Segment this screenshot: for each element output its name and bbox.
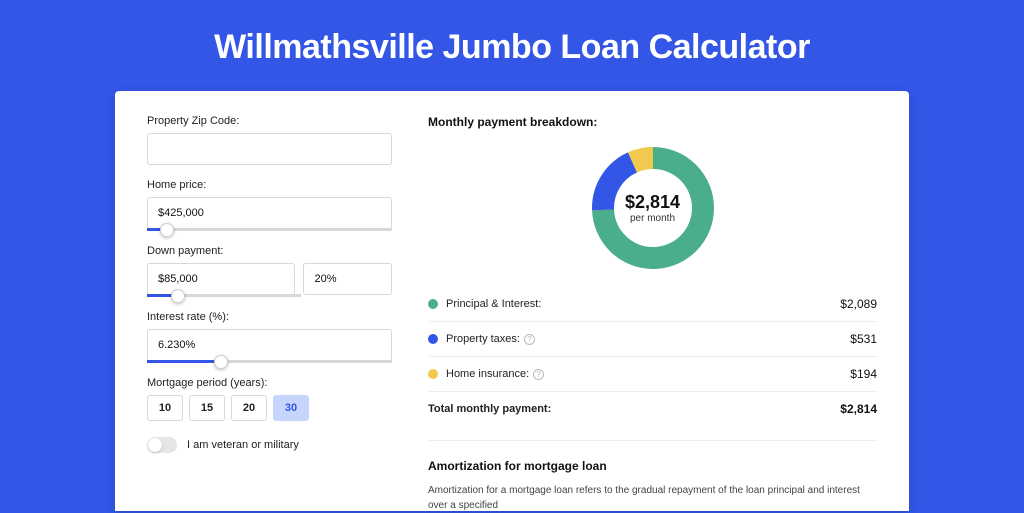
- donut-center: $2,814 per month: [588, 143, 718, 273]
- page-title: Willmathsville Jumbo Loan Calculator: [0, 0, 1024, 91]
- breakdown-title: Monthly payment breakdown:: [428, 115, 877, 139]
- total-label: Total monthly payment:: [428, 402, 840, 416]
- donut-amount: $2,814: [625, 192, 680, 213]
- legend-dot: [428, 334, 438, 344]
- interest-rate-slider-fill: [147, 360, 221, 363]
- interest-rate-slider[interactable]: [147, 360, 392, 363]
- donut-sub: per month: [630, 213, 675, 224]
- period-btn-10[interactable]: 10: [147, 395, 183, 421]
- down-payment-percent-input[interactable]: [303, 263, 392, 295]
- down-payment-label: Down payment:: [147, 245, 392, 257]
- donut-chart-wrap: $2,814 per month: [428, 139, 877, 287]
- legend-dot: [428, 369, 438, 379]
- inputs-column: Property Zip Code: Home price: Down paym…: [147, 115, 392, 511]
- donut-chart: $2,814 per month: [588, 143, 718, 273]
- down-payment-group: Down payment:: [147, 245, 392, 297]
- home-price-slider[interactable]: [147, 228, 392, 231]
- amortization-body: Amortization for a mortgage loan refers …: [428, 483, 877, 513]
- amortization-title: Amortization for mortgage loan: [428, 459, 877, 473]
- down-payment-amount-input[interactable]: [147, 263, 295, 295]
- legend-row-principal: Principal & Interest: $2,089: [428, 287, 877, 321]
- period-options: 10152030: [147, 395, 392, 421]
- veteran-row: I am veteran or military: [147, 437, 392, 453]
- legend-row-taxes: Property taxes:? $531: [428, 321, 877, 356]
- period-label: Mortgage period (years):: [147, 377, 392, 389]
- amortization-section: Amortization for mortgage loan Amortizat…: [428, 440, 877, 513]
- home-price-group: Home price:: [147, 179, 392, 231]
- period-btn-30[interactable]: 30: [273, 395, 309, 421]
- legend-label: Principal & Interest:: [446, 298, 832, 310]
- legend-label: Property taxes:?: [446, 333, 842, 345]
- total-value: $2,814: [840, 402, 877, 416]
- veteran-label: I am veteran or military: [187, 439, 299, 451]
- info-icon[interactable]: ?: [524, 334, 535, 345]
- slider-handle[interactable]: [171, 289, 185, 303]
- period-group: Mortgage period (years): 10152030: [147, 377, 392, 421]
- interest-rate-label: Interest rate (%):: [147, 311, 392, 323]
- slider-handle[interactable]: [214, 355, 228, 369]
- period-btn-15[interactable]: 15: [189, 395, 225, 421]
- slider-handle[interactable]: [160, 223, 174, 237]
- home-price-label: Home price:: [147, 179, 392, 191]
- interest-rate-group: Interest rate (%):: [147, 311, 392, 363]
- home-price-input[interactable]: [147, 197, 392, 229]
- legend-value: $2,089: [840, 297, 877, 311]
- legend-value: $531: [850, 332, 877, 346]
- legend: Principal & Interest: $2,089 Property taxe…: [428, 287, 877, 391]
- legend-row-insurance: Home insurance:? $194: [428, 356, 877, 391]
- zip-input[interactable]: [147, 133, 392, 165]
- legend-label: Home insurance:?: [446, 368, 842, 380]
- period-btn-20[interactable]: 20: [231, 395, 267, 421]
- legend-value: $194: [850, 367, 877, 381]
- zip-label: Property Zip Code:: [147, 115, 392, 127]
- zip-field-group: Property Zip Code:: [147, 115, 392, 165]
- legend-dot: [428, 299, 438, 309]
- veteran-toggle[interactable]: [147, 437, 177, 453]
- info-icon[interactable]: ?: [533, 369, 544, 380]
- down-payment-slider[interactable]: [147, 294, 301, 297]
- interest-rate-input[interactable]: [147, 329, 392, 361]
- toggle-knob: [148, 438, 162, 452]
- calculator-card: Property Zip Code: Home price: Down paym…: [115, 91, 909, 511]
- total-row: Total monthly payment: $2,814: [428, 391, 877, 426]
- breakdown-column: Monthly payment breakdown: $2,814 per mo…: [428, 115, 877, 511]
